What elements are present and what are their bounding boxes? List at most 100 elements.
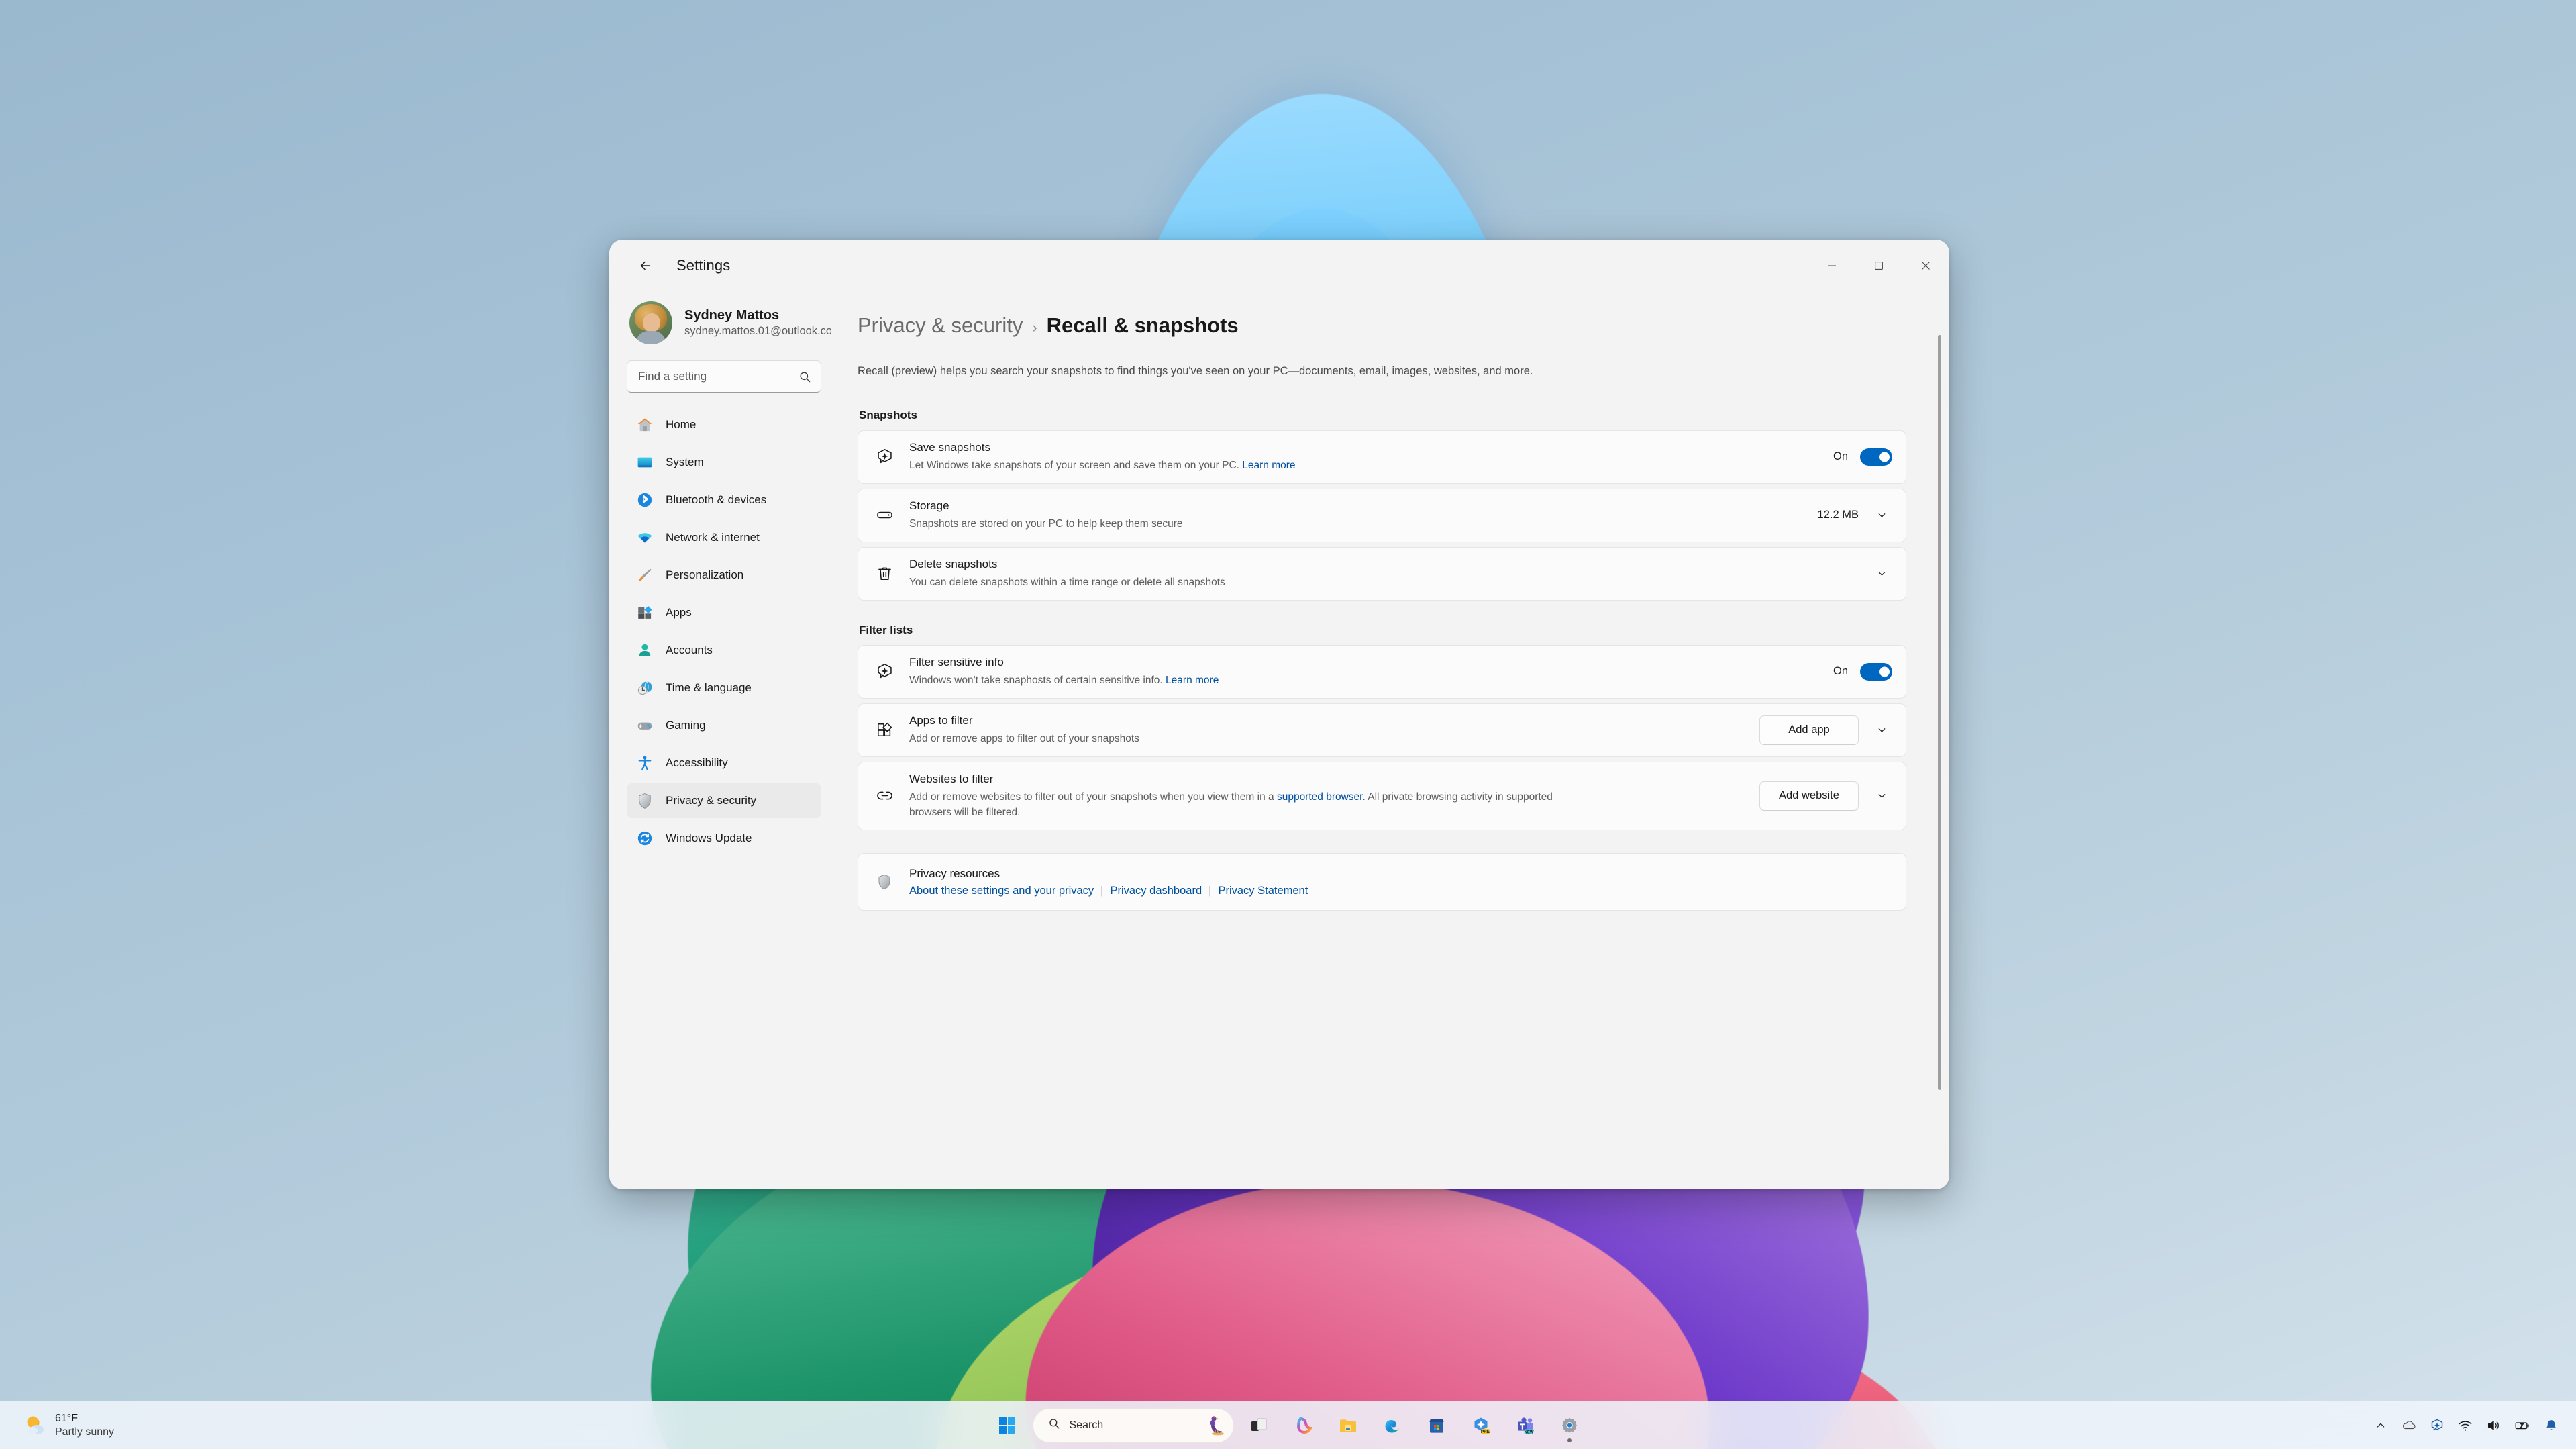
copilot-button[interactable] <box>1285 1407 1323 1444</box>
search-input[interactable] <box>638 370 798 383</box>
privacy-resources-links: About these settings and your privacy | … <box>909 885 1892 897</box>
sidebar-item-label: Windows Update <box>666 832 752 844</box>
breadcrumb-parent[interactable]: Privacy & security <box>858 313 1023 338</box>
shield-icon <box>873 873 896 891</box>
privacy-resources-card: Privacy resources About these settings a… <box>858 853 1906 911</box>
sidebar-item-label: System <box>666 456 704 468</box>
sidebar-item-home[interactable]: Home <box>627 407 821 442</box>
link-about-settings-privacy[interactable]: About these settings and your privacy <box>909 885 1094 897</box>
card-controls: On <box>1833 662 1892 681</box>
chevron-down-icon[interactable] <box>1871 505 1892 526</box>
clock-globe-icon <box>636 679 654 697</box>
taskbar: 61°F Partly sunny Search PRE NEW <box>0 1401 2576 1449</box>
websites-to-filter-button[interactable]: Add website <box>1759 781 1859 811</box>
window-title: Settings <box>676 257 731 274</box>
accessibility-icon <box>636 754 654 772</box>
card-subtitle-pre: Add or remove websites to filter out of … <box>909 791 1277 803</box>
speaker-icon[interactable] <box>2481 1408 2506 1443</box>
card-subtitle: Add or remove apps to filter out of your… <box>909 732 1139 744</box>
page-description: Recall (preview) helps you search your s… <box>858 365 1533 377</box>
sidebar-item-personalization[interactable]: Personalization <box>627 558 821 593</box>
card-controls: 12.2 MB <box>1818 505 1892 526</box>
microsoft-edge-button[interactable] <box>1374 1407 1411 1444</box>
sidebar-item-label: Home <box>666 418 697 431</box>
weather-condition: Partly sunny <box>55 1426 115 1438</box>
search-icon <box>798 370 811 383</box>
learn-more-link[interactable]: Learn more <box>1242 460 1295 471</box>
sidebar-item-bluetooth-devices[interactable]: Bluetooth & devices <box>627 483 821 517</box>
supported-browser-link[interactable]: supported browser <box>1277 791 1363 803</box>
link-separator-2: | <box>1208 884 1212 897</box>
learn-more-link[interactable]: Learn more <box>1166 674 1219 686</box>
card-title: Storage <box>909 499 949 512</box>
back-button[interactable] <box>629 250 662 282</box>
chevron-down-icon[interactable] <box>1871 719 1892 741</box>
maximize-button[interactable] <box>1855 240 1902 292</box>
apps-to-filter-card[interactable]: Apps to filter Add or remove apps to filt… <box>858 703 1906 757</box>
section-title: Snapshots <box>859 408 917 421</box>
sidebar-item-system[interactable]: System <box>627 445 821 480</box>
storage-card[interactable]: Storage Snapshots are stored on your PC t… <box>858 488 1906 542</box>
storage-value: 12.2 MB <box>1817 509 1859 521</box>
sidebar-item-apps[interactable]: Apps <box>627 595 821 630</box>
toggle-state-label: On <box>1833 665 1848 678</box>
wifi-icon[interactable] <box>2453 1408 2478 1443</box>
sidebar-item-label: Bluetooth & devices <box>666 493 767 506</box>
battery-warning-icon[interactable] <box>2509 1408 2536 1443</box>
file-explorer-button[interactable] <box>1329 1407 1367 1444</box>
sidebar-item-accessibility[interactable]: Accessibility <box>627 746 821 781</box>
close-button[interactable] <box>1902 240 1949 292</box>
sidebar-item-label: Time & language <box>666 681 752 694</box>
content-scrollbar[interactable] <box>1938 335 1941 1127</box>
delete-snapshots-card[interactable]: Delete snapshots You can delete snapshots… <box>858 546 1906 601</box>
save-snapshots-toggle[interactable] <box>1860 448 1892 466</box>
link-privacy-statement[interactable]: Privacy Statement <box>1218 885 1308 897</box>
settings-sections: Snapshots Save snapshots Let Windows take… <box>858 409 1906 830</box>
system-tray <box>2368 1408 2564 1443</box>
sidebar-item-network-internet[interactable]: Network & internet <box>627 520 821 555</box>
account-email: sydney.mattos.01@outlook.com <box>684 324 831 337</box>
bluetooth-icon <box>636 491 654 509</box>
taskbar-search[interactable]: Search <box>1032 1407 1234 1443</box>
chevron-down-icon[interactable] <box>1871 563 1892 585</box>
minimize-button[interactable] <box>1808 240 1855 292</box>
weather-widget[interactable]: 61°F Partly sunny <box>5 1406 125 1445</box>
websites-to-filter-card[interactable]: Websites to filter Add or remove websites… <box>858 761 1906 830</box>
card-subtitle-wrap: Let Windows take snapshots of your scree… <box>909 458 1594 473</box>
recall-sparkle-icon[interactable] <box>2424 1408 2450 1443</box>
trash-icon <box>873 564 896 583</box>
card-subtitle-wrap: You can delete snapshots within a time r… <box>909 574 1594 590</box>
settings-taskbar-button[interactable] <box>1551 1407 1588 1444</box>
account-card[interactable]: Sydney Mattos sydney.mattos.01@outlook.c… <box>627 292 831 360</box>
sidebar-item-windows-update[interactable]: Windows Update <box>627 821 821 856</box>
update-icon <box>636 830 654 847</box>
sidebar-item-accounts[interactable]: Accounts <box>627 633 821 668</box>
cassowary-bird-icon <box>1202 1415 1225 1436</box>
task-view-button[interactable] <box>1241 1407 1278 1444</box>
bell-icon[interactable] <box>2538 1408 2564 1443</box>
settings-window: Settings Sydney Mattos sydney.mattos.01@… <box>609 240 1949 1189</box>
filter-sensitive-info-toggle[interactable] <box>1860 662 1892 681</box>
sidebar-item-time-language[interactable]: Time & language <box>627 670 821 705</box>
filter-sensitive-info-card: Filter sensitive info Windows won't take … <box>858 644 1906 699</box>
scrollbar-thumb[interactable] <box>1938 335 1941 1090</box>
sidebar-item-label: Apps <box>666 606 692 619</box>
search-setting-box[interactable] <box>627 360 821 393</box>
microsoft-teams-button[interactable]: NEW <box>1506 1407 1544 1444</box>
apps-to-filter-button[interactable]: Add app <box>1759 715 1859 745</box>
chevron-down-icon[interactable] <box>1871 785 1892 807</box>
sidebar-item-gaming[interactable]: Gaming <box>627 708 821 743</box>
card-subtitle: You can delete snapshots within a time r… <box>909 576 1225 588</box>
cloud-icon[interactable] <box>2396 1408 2422 1443</box>
home-icon <box>636 416 654 434</box>
chevron-up-icon[interactable] <box>2368 1408 2393 1443</box>
sidebar-item-privacy-security[interactable]: Privacy & security <box>627 783 821 818</box>
microsoft-store-button[interactable] <box>1418 1407 1455 1444</box>
start-button[interactable] <box>988 1407 1026 1444</box>
brush-icon <box>636 566 654 584</box>
taskbar-search-label: Search <box>1069 1419 1104 1431</box>
recall-preview-button[interactable]: PRE <box>1462 1407 1500 1444</box>
link-privacy-dashboard[interactable]: Privacy dashboard <box>1110 885 1202 897</box>
card-subtitle-wrap: Snapshots are stored on your PC to help … <box>909 516 1594 532</box>
card-controls: Add website <box>1759 781 1892 811</box>
